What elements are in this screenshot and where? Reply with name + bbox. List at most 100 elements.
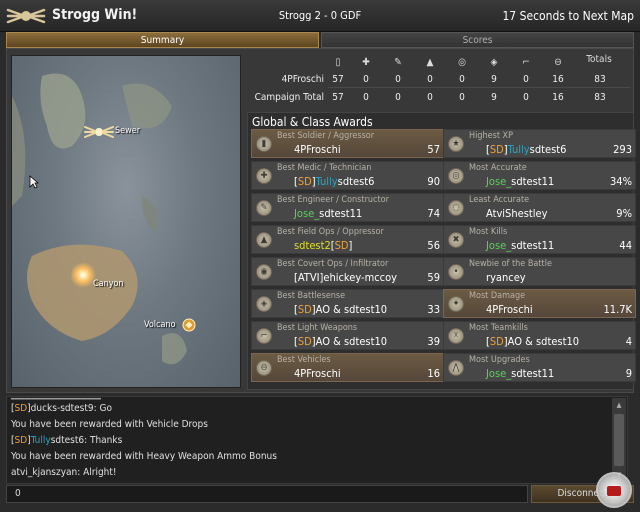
- award-player-name: [SD]Tullysdtest6: [294, 175, 374, 188]
- award-title: Most Damage: [469, 291, 526, 301]
- stats-cell: 0: [523, 74, 529, 85]
- award-card: ⌐ Best Light Weapons [SD]AO & sdtest10 39: [251, 321, 444, 350]
- stats-row-label: Campaign Total: [254, 92, 324, 103]
- least-accurate-award-icon: ◌: [448, 200, 464, 216]
- covert-award-icon: ◉: [256, 264, 272, 280]
- strogg-logo-icon: [6, 8, 46, 24]
- map-terrain: [12, 73, 187, 365]
- chat-message: You have been rewarded with Heavy Weapon…: [11, 451, 277, 462]
- award-card: ⊖ Best Vehicles 4PFroschi 16: [251, 353, 444, 382]
- name-part: ]: [348, 239, 353, 252]
- award-title: Most Upgrades: [469, 355, 530, 365]
- award-card: ✚ Best Medic / Technician [SD]Tullysdtest6…: [251, 161, 444, 190]
- awards-title: Global & Class Awards: [252, 115, 373, 129]
- vehicles-icon: ⊖: [554, 57, 562, 68]
- tab-summary[interactable]: Summary: [6, 32, 319, 48]
- award-card: ◉ Best Covert Ops / Infiltrator [ATVI]ehic…: [251, 257, 444, 286]
- name-part: SD: [297, 175, 312, 188]
- award-value: 16: [427, 367, 440, 380]
- name-part: AtviShestley: [486, 207, 548, 220]
- award-title: Most Accurate: [469, 163, 527, 173]
- name-part: SD: [334, 239, 349, 252]
- award-title: Highest XP: [469, 131, 513, 141]
- chat-text-part: Tully: [30, 435, 51, 446]
- map-label-volcano: Volcano: [144, 320, 176, 330]
- award-title: Most Kills: [469, 227, 508, 237]
- chat-text-part: sdtest6: Thanks: [50, 435, 123, 446]
- lightweapons-award-icon: ⌐: [256, 328, 272, 344]
- award-card: ◈ Best Battlesense [SD]AO & sdtest10 33: [251, 289, 444, 318]
- name-part: sdtest11: [319, 207, 363, 220]
- stats-cell: 16: [552, 74, 564, 85]
- name-part: sdtest6: [529, 143, 567, 156]
- name-part: 4PFroschi: [294, 367, 341, 380]
- award-card: ✖ Most Kills Jose_sdtest11 44: [443, 225, 636, 254]
- vehicles-award-icon: ⊖: [256, 360, 272, 376]
- stats-cell: 0: [395, 92, 401, 103]
- chat-message: [SD]Tullysdtest6: Thanks: [11, 435, 122, 446]
- award-value: 74: [427, 207, 440, 220]
- scroll-thumb[interactable]: [614, 414, 624, 466]
- scroll-up-icon[interactable]: ▲: [613, 400, 625, 410]
- award-title: Best Light Weapons: [277, 323, 358, 333]
- lightweapons-icon: ⌐: [522, 57, 530, 68]
- award-player-name: [SD]AO & sdtest10: [294, 335, 387, 348]
- volcano-marker-icon[interactable]: [182, 318, 196, 332]
- stats-cell: 0: [363, 92, 369, 103]
- tab-scores[interactable]: Scores: [321, 32, 634, 48]
- award-value: 33: [427, 303, 440, 316]
- award-card: ✦ Most Damage 4PFroschi 11.7K: [443, 289, 636, 318]
- stats-cell: 9: [491, 92, 497, 103]
- award-value: 34%: [610, 175, 632, 188]
- chat-input[interactable]: 0: [6, 485, 528, 503]
- award-value: 293: [613, 143, 632, 156]
- stats-cell: 0: [363, 74, 369, 85]
- stats-row-label: 4PFroschi: [281, 74, 324, 85]
- watermark-logo: [596, 472, 632, 508]
- name-part: sdtest6: [337, 175, 375, 188]
- name-part: 4PFroschi: [486, 303, 533, 316]
- stats-cell: 0: [427, 74, 433, 85]
- title-bar: Strogg Win! Strogg 2 - 0 GDF 17 Seconds …: [0, 0, 640, 32]
- chat-text-part: atvi_kjanszyan: Alright!: [11, 467, 117, 478]
- award-player-name: 4PFroschi: [294, 367, 341, 380]
- teamkills-award-icon: ☓: [448, 328, 464, 344]
- name-part: sdtest11: [511, 239, 555, 252]
- award-value: 9%: [616, 207, 632, 220]
- award-player-name: Jose_sdtest11: [486, 239, 554, 252]
- award-value: 44: [619, 239, 632, 252]
- chat-text-part: You have been rewarded with Heavy Weapon…: [11, 451, 277, 462]
- stats-cell: 0: [523, 92, 529, 103]
- stats-cell: 9: [491, 74, 497, 85]
- engineer-icon: ✎: [394, 57, 402, 68]
- name-part: ryancey: [486, 271, 526, 284]
- stats-cell: 0: [459, 74, 465, 85]
- award-title: Newbie of the Battle: [469, 259, 552, 269]
- newbie-award-icon: •: [448, 264, 464, 280]
- kills-award-icon: ✖: [448, 232, 464, 248]
- soldier-icon: ▯: [335, 57, 341, 68]
- engineer-award-icon: ✎: [256, 200, 272, 216]
- name-part: SD: [297, 303, 312, 316]
- totals-header: Totals: [586, 54, 612, 65]
- award-card: ⋀ Most Upgrades Jose_sdtest11 9: [443, 353, 636, 382]
- accurate-award-icon: ◎: [448, 168, 464, 184]
- chat-line-cut: ▁▁▁▁▁▁▁▁▁▁▁▁▁: [11, 397, 101, 400]
- award-player-name: Jose_sdtest11: [486, 175, 554, 188]
- name-part: SD: [297, 335, 312, 348]
- award-player-name: AtviShestley: [486, 207, 547, 220]
- stats-table: ▯ ✚ ✎ ▲ ◎ ◈ ⌐ ⊖ Totals 4PFroschi 57 0 0 …: [250, 54, 634, 106]
- award-value: 39: [427, 335, 440, 348]
- row-divider: [328, 87, 630, 88]
- sewer-marker-icon[interactable]: [84, 122, 114, 142]
- stats-cell: 0: [395, 74, 401, 85]
- award-title: Best Battlesense: [277, 291, 346, 301]
- name-part: Jose_: [486, 367, 512, 380]
- name-part: ]AO & sdtest10: [503, 335, 580, 348]
- award-title: Best Soldier / Aggressor: [277, 131, 375, 141]
- chat-message: [SD]ducks-sdtest9: Go: [11, 403, 112, 414]
- chat-text-part: SD: [14, 403, 28, 414]
- award-player-name: sdtest2[SD]: [294, 239, 352, 252]
- xp-award-icon: ★: [448, 136, 464, 152]
- chat-message: You have been rewarded with Vehicle Drop…: [11, 419, 208, 430]
